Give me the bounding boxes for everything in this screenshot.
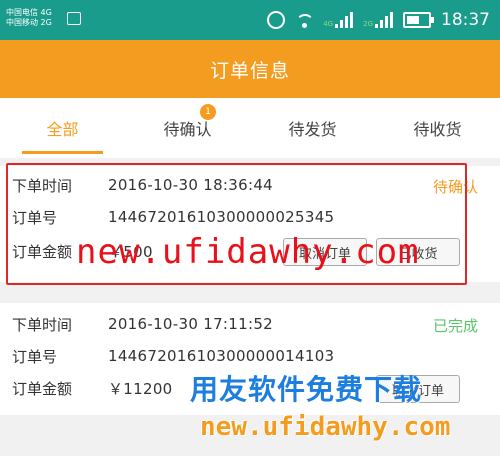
wifi-icon: [295, 11, 315, 29]
watermark-brand: 用友软件免费下载: [190, 373, 423, 406]
order-time: 2016-10-30 18:36:44: [108, 176, 274, 194]
order-time-row: 下单时间 2016-10-30 17:11:52: [12, 311, 273, 337]
watermark-url-bottom: new.ufidawhy.com: [200, 412, 451, 442]
field-label: 订单号: [12, 208, 58, 227]
field-label: 下单时间: [12, 176, 73, 195]
clock: 18:37: [441, 10, 490, 30]
field-label: 订单金额: [12, 379, 73, 398]
tab-label: 待发货: [288, 120, 337, 139]
order-amount-row: 订单金额 ￥11200: [12, 375, 173, 401]
app-header: 订单信息: [0, 40, 500, 98]
network-type-1: 4G: [323, 20, 334, 28]
order-number-row: 订单号 14467201610300000025345: [12, 204, 334, 230]
order-number: 14467201610300000014103: [108, 347, 335, 365]
carrier-2: 中国移动 2G: [6, 18, 52, 27]
status-icons: 4G 2G 18:37: [267, 7, 490, 33]
tab-pending-receipt[interactable]: 待收货: [375, 98, 500, 158]
signal-icon-2: [375, 12, 393, 28]
order-amount: ￥11200: [108, 379, 173, 398]
network-type-2: 2G: [363, 20, 373, 28]
battery-icon: [403, 12, 434, 28]
page-title: 订单信息: [209, 59, 290, 82]
count-badge: 1: [200, 104, 216, 120]
tab-label: 待确认: [163, 120, 212, 139]
gallery-icon: [67, 12, 81, 25]
order-number: 14467201610300000025345: [108, 208, 335, 226]
field-label: 订单号: [12, 347, 58, 366]
tab-all[interactable]: 全部: [0, 98, 125, 158]
order-time: 2016-10-30 17:11:52: [108, 315, 274, 333]
signal-group-1: 4G: [323, 12, 354, 28]
status-bar: 中国电信 4G 中国移动 2G 4G 2G 18:37: [0, 0, 500, 40]
status-badge: 已完成: [432, 317, 478, 335]
tab-label: 待收货: [413, 120, 462, 139]
carrier-info: 中国电信 4G 中国移动 2G: [6, 8, 52, 28]
alarm-icon: [267, 11, 286, 29]
signal-group-2: 2G: [363, 12, 393, 28]
signal-icon: [335, 12, 354, 28]
tab-pending-confirm[interactable]: 待确认 1: [125, 98, 250, 158]
status-badge: 待确认: [432, 178, 478, 196]
order-tabs: 全部 待确认 1 待发货 待收货: [0, 98, 500, 158]
carrier-1: 中国电信 4G: [6, 8, 52, 17]
watermark-url: new.ufidawhy.com: [76, 232, 420, 272]
order-time-row: 下单时间 2016-10-30 18:36:44: [12, 172, 273, 198]
tab-label: 全部: [46, 120, 79, 139]
field-label: 下单时间: [12, 315, 73, 334]
tab-pending-shipment[interactable]: 待发货: [250, 98, 375, 158]
order-number-row: 订单号 14467201610300000014103: [12, 343, 334, 369]
